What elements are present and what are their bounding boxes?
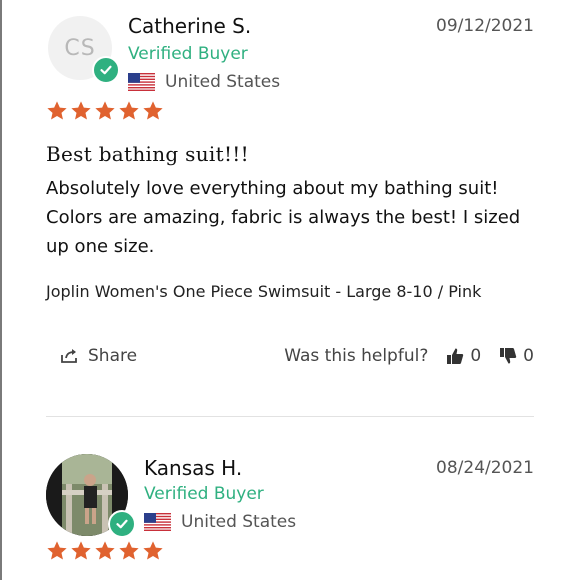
star-rating [46, 100, 164, 122]
left-border [0, 0, 2, 580]
share-icon [61, 349, 77, 363]
avatar-initials: CS [64, 35, 96, 61]
verified-check-icon [108, 510, 136, 538]
star-icon [47, 101, 67, 120]
star-icon [119, 101, 139, 120]
helpful-section: Was this helpful? 0 0 [284, 346, 534, 366]
reviewer-country: United States [144, 512, 296, 532]
review-actions: Share Was this helpful? 0 0 [60, 346, 534, 366]
thumbs-up-button[interactable]: 0 [446, 346, 481, 366]
review-title: Best bathing suit!!! [46, 142, 249, 166]
verified-buyer-label: Verified Buyer [128, 44, 248, 64]
reviewer-name: Catherine S. [128, 14, 252, 38]
thumbs-up-icon [447, 348, 464, 364]
verified-check-icon [92, 56, 120, 84]
star-icon [95, 101, 115, 120]
star-icon [71, 541, 91, 560]
star-icon [119, 541, 139, 560]
helpful-label: Was this helpful? [284, 346, 429, 366]
verified-buyer-label: Verified Buyer [144, 484, 264, 504]
review-card: CS Catherine S. Verified Buyer United St… [46, 0, 534, 416]
thumbs-down-count: 0 [523, 346, 534, 366]
star-icon [71, 101, 91, 120]
star-icon [95, 541, 115, 560]
review-date: 08/24/2021 [436, 458, 534, 478]
product-variant: Joplin Women's One Piece Swimsuit - Larg… [46, 282, 482, 301]
review-date: 09/12/2021 [436, 16, 534, 36]
star-icon [143, 541, 163, 560]
country-name: United States [181, 512, 297, 532]
star-rating [46, 540, 164, 562]
reviewer-country: United States [128, 72, 280, 92]
reviewer-name: Kansas H. [144, 456, 243, 480]
thumbs-up-count: 0 [470, 346, 482, 366]
country-name: United States [165, 72, 281, 92]
share-button[interactable]: Share [60, 346, 137, 366]
star-icon [143, 101, 163, 120]
thumbs-down-button[interactable]: 0 [499, 346, 534, 366]
review-body: Absolutely love everything about my bath… [46, 178, 521, 257]
us-flag-icon [128, 73, 155, 91]
review-card: Kansas H. Verified Buyer United States 0… [46, 416, 534, 580]
star-icon [47, 541, 67, 560]
share-label: Share [88, 346, 138, 366]
us-flag-icon [144, 513, 171, 531]
thumbs-down-icon [500, 348, 517, 364]
